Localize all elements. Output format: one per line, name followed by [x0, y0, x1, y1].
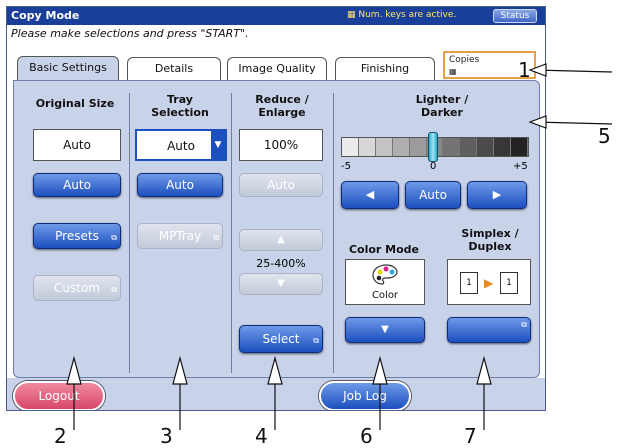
callout-1: 1	[518, 58, 531, 82]
callout-7: 7	[464, 424, 477, 448]
callout-5: 5	[598, 124, 611, 148]
callout-3: 3	[160, 424, 173, 448]
callout-6: 6	[360, 424, 373, 448]
callout-2: 2	[54, 424, 67, 448]
callout-4: 4	[255, 424, 268, 448]
